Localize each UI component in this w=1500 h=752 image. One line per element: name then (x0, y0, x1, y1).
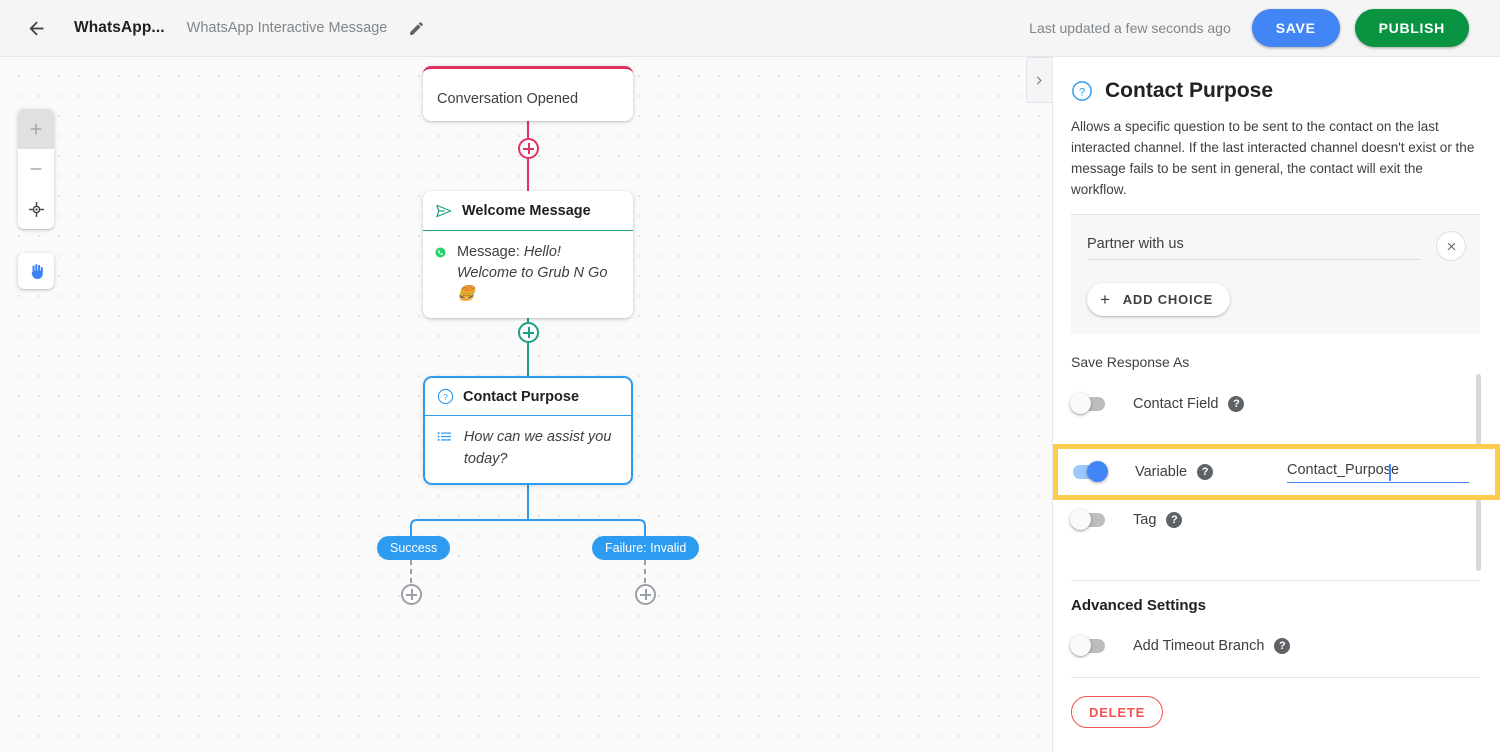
workflow-subtitle: WhatsApp Interactive Message (186, 20, 388, 36)
choice-input[interactable] (1087, 232, 1420, 260)
collapse-panel-button[interactable] (1026, 57, 1052, 103)
variable-name-input[interactable] (1287, 461, 1469, 483)
add-timeout-branch-label: Add Timeout Branch (1133, 638, 1265, 654)
add-node-button-2[interactable] (518, 322, 539, 343)
minus-icon (30, 168, 42, 170)
node-message-text: Message: Hello! Welcome to Grub N Go 🍔 (457, 242, 619, 305)
tag-label: Tag (1133, 512, 1157, 528)
contact-field-toggle[interactable] (1070, 393, 1105, 414)
workflow-canvas[interactable]: Conversation Opened Welcome Message Mess… (0, 57, 1052, 752)
chevron-right-icon (1036, 75, 1042, 85)
question-circle-icon: ? (437, 388, 454, 405)
variable-label: Variable (1135, 464, 1188, 480)
pencil-icon (409, 21, 423, 35)
remove-choice-button[interactable] (1436, 231, 1466, 261)
properties-panel: ? Contact Purpose Allows a specific ques… (1052, 57, 1500, 752)
delete-row: DELETE (1053, 696, 1500, 728)
help-icon[interactable]: ? (1274, 638, 1291, 654)
close-icon (1447, 242, 1455, 250)
node-question-text: How can we assist you today? (463, 429, 612, 467)
save-response-label: Save Response As (1071, 354, 1190, 370)
branch-chip-failure[interactable]: Failure: Invalid (592, 536, 700, 560)
choices-area: + ADD CHOICE (1071, 215, 1480, 334)
node-conversation-opened[interactable]: Conversation Opened (423, 66, 633, 121)
tag-toggle[interactable] (1070, 509, 1105, 530)
help-icon[interactable]: ? (1197, 464, 1214, 480)
text-caret (1389, 464, 1391, 481)
divider-2 (1071, 580, 1480, 581)
node-welcome-message[interactable]: Welcome Message Message: Hello! Welcome … (423, 191, 633, 318)
hand-icon (31, 263, 43, 279)
top-bar-actions: Last updated a few seconds ago SAVE PUBL… (1029, 9, 1500, 47)
toggle-row-tag: Tag ? (1053, 493, 1500, 547)
last-updated-text: Last updated a few seconds ago (1029, 20, 1231, 36)
publish-button[interactable]: PUBLISH (1354, 9, 1469, 47)
fit-to-screen-button[interactable] (18, 189, 54, 229)
advanced-settings-label: Advanced Settings (1071, 597, 1207, 614)
question-circle-icon: ? (1072, 81, 1092, 101)
node-contact-purpose[interactable]: ? Contact Purpose How can we assist you … (423, 376, 633, 485)
toggle-row-contact-field: Contact Field ? (1053, 377, 1500, 431)
help-icon[interactable]: ? (1166, 512, 1183, 528)
add-choice-label: ADD CHOICE (1122, 292, 1214, 307)
whatsapp-icon (435, 247, 446, 258)
edit-name-button[interactable] (401, 13, 431, 43)
svg-text:?: ? (443, 392, 448, 402)
variable-toggle[interactable] (1073, 461, 1108, 482)
choice-row (1087, 231, 1466, 261)
send-icon (436, 204, 452, 217)
svg-text:?: ? (1079, 86, 1085, 98)
top-bar: WhatsApp... WhatsApp Interactive Message… (0, 0, 1500, 57)
variable-row-highlight: Variable ? (1053, 444, 1500, 500)
add-node-button-failure[interactable] (635, 584, 656, 605)
pan-tool-button[interactable] (18, 253, 54, 289)
add-choice-button[interactable]: + ADD CHOICE (1087, 283, 1231, 316)
save-button[interactable]: SAVE (1251, 9, 1340, 47)
node-body: How can we assist you today? (425, 416, 631, 483)
add-node-button-1[interactable] (518, 138, 539, 159)
node-message-prefix: Message: (456, 244, 524, 260)
arrow-left-icon (29, 21, 43, 35)
plus-icon: + (1100, 290, 1111, 309)
node-header: Welcome Message (423, 191, 633, 231)
zoom-in-button[interactable] (18, 109, 54, 149)
workflow-builder-app: WhatsApp... WhatsApp Interactive Message… (0, 0, 1500, 752)
workflow-name: WhatsApp... (74, 19, 165, 36)
add-timeout-branch-toggle[interactable] (1070, 635, 1105, 656)
panel-title: Contact Purpose (1105, 79, 1274, 102)
zoom-out-button[interactable] (18, 149, 54, 189)
crosshair-icon (28, 201, 44, 217)
node-title: Conversation Opened (437, 91, 579, 107)
divider-3 (1071, 677, 1480, 678)
add-node-button-success[interactable] (401, 584, 422, 605)
zoom-controls (18, 109, 54, 229)
contact-field-label: Contact Field (1133, 396, 1219, 412)
list-icon (437, 432, 451, 441)
delete-button[interactable]: DELETE (1071, 696, 1164, 728)
back-button[interactable] (16, 8, 56, 48)
toggle-row-timeout: Add Timeout Branch ? (1053, 619, 1500, 673)
plus-icon (30, 123, 42, 135)
panel-description: Allows a specific question to be sent to… (1071, 119, 1475, 197)
panel-header: ? Contact Purpose (1053, 57, 1500, 103)
node-header: ? Contact Purpose (425, 378, 631, 416)
node-title: Welcome Message (462, 202, 591, 219)
node-body: Message: Hello! Welcome to Grub N Go 🍔 (423, 231, 633, 318)
branch-chip-success[interactable]: Success (377, 536, 451, 560)
help-icon[interactable]: ? (1228, 396, 1245, 412)
node-title: Contact Purpose (463, 388, 580, 405)
